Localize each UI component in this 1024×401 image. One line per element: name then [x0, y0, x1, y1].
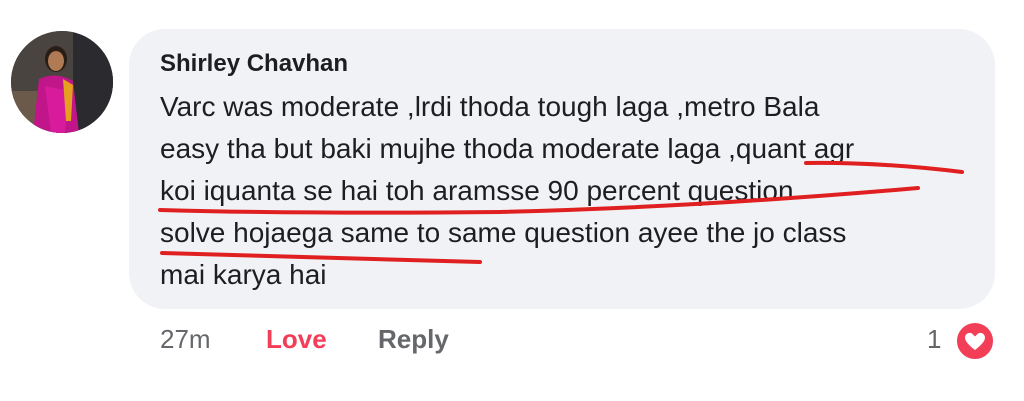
comment-line: Varc was moderate ,lrdi thoda tough laga… [160, 91, 820, 122]
reply-button[interactable]: Reply [378, 324, 449, 355]
avatar[interactable] [11, 31, 113, 133]
comment-line: mai karya hai [160, 259, 327, 290]
comment-line: solve hojaega same to same question ayee… [160, 217, 847, 248]
heart-icon[interactable] [954, 320, 996, 362]
reaction-count[interactable]: 1 [927, 324, 941, 355]
comment-author[interactable]: Shirley Chavhan [160, 50, 348, 78]
comment-line: koi iquanta se hai toh aramsse 90 percen… [160, 175, 794, 206]
timestamp[interactable]: 27m [160, 324, 211, 355]
comment-text: Varc was moderate ,lrdi thoda tough laga… [160, 86, 980, 296]
comment-line: easy tha but baki mujhe thoda moderate l… [160, 133, 855, 164]
love-button[interactable]: Love [266, 324, 327, 355]
